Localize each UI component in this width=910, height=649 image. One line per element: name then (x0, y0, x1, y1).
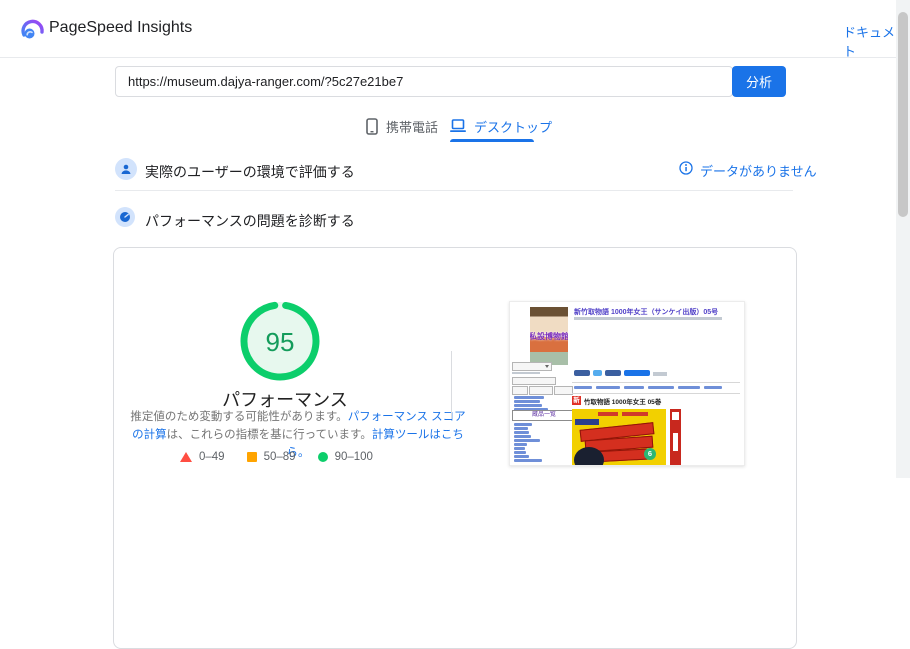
tag-link (596, 386, 620, 389)
spine-text-art (672, 412, 679, 420)
thumbnail-divider (572, 382, 740, 383)
site-logo-image: 私設博物館 (530, 307, 568, 365)
lab-section-title: パフォーマンスの問題を診断する (145, 213, 355, 229)
spine-text-art (673, 433, 678, 451)
tag-link (704, 386, 722, 389)
thumbnail-select (512, 362, 552, 371)
sidebar-link (514, 451, 526, 454)
performance-score-gauge[interactable]: 95 (237, 298, 323, 384)
legend-range: 0–49 (199, 451, 225, 463)
pagespeed-logo-icon (21, 19, 44, 39)
thumbnail-new-button (554, 386, 573, 395)
red-triangle-icon (180, 452, 192, 462)
share-button (605, 370, 621, 376)
thumbnail-search-box (512, 377, 556, 385)
lab-gauge-icon (115, 207, 135, 227)
analyze-button[interactable]: 分析 (732, 66, 786, 97)
book-spine (670, 409, 681, 465)
share-count (653, 372, 667, 376)
scrollbar-thumb[interactable] (898, 12, 908, 217)
sidebar-link (514, 400, 540, 403)
legend-item-average: 50–89 (246, 451, 296, 463)
sidebar-link (514, 459, 542, 462)
article-heading: 竹取物語 1000年女王 05巻 (584, 399, 662, 406)
thumbnail-search-button (512, 386, 528, 395)
legend-range: 90–100 (334, 451, 373, 463)
field-section-title: 実際のユーザーの環境で評価する (145, 164, 355, 180)
info-icon[interactable] (679, 161, 693, 180)
score-legend: 0–49 50–89 90–100 (180, 451, 420, 463)
tab-mobile[interactable]: 携帯電話 (366, 113, 438, 139)
sidebar-link (514, 455, 529, 458)
desc-text-2: は、これらの指標を基に行っています。 (166, 428, 372, 441)
share-button (624, 370, 650, 376)
site-logo-text: 私設博物館 (530, 332, 568, 341)
no-data-link[interactable]: データがありません (700, 161, 817, 180)
sidebar-link (514, 423, 532, 426)
url-input[interactable] (115, 66, 733, 97)
orange-square-icon (246, 452, 257, 462)
field-users-icon (115, 158, 137, 180)
performance-score-value: 95 (265, 327, 295, 357)
sidebar-link (514, 404, 542, 407)
manga-cover-image: 6 (572, 409, 666, 465)
legend-range: 50–89 (263, 451, 296, 463)
cover-volume-badge: 6 (644, 448, 656, 460)
thumbnail-words-button (529, 386, 553, 395)
active-tab-indicator (450, 139, 534, 142)
sidebar-link (514, 435, 531, 438)
share-button (593, 370, 602, 376)
thumbnail-tagline (574, 317, 722, 320)
phone-icon (366, 117, 378, 135)
tag-link (624, 386, 644, 389)
page-screenshot-thumbnail[interactable]: 私設博物館 新竹取物語 1000年女王（サンケイ出版）05号 蔵品一覧 新 竹取… (509, 301, 745, 466)
app-header: PageSpeed Insights ドキュメント (0, 0, 910, 59)
cover-series-label (575, 419, 599, 425)
thumbnail-text-line (512, 372, 540, 374)
thumbnail-divider (572, 393, 740, 394)
new-badge: 新 (572, 396, 581, 405)
cover-top-text (622, 412, 648, 416)
sidebar-link (514, 396, 544, 399)
sidebar-box-label: 蔵品一覧 (512, 410, 576, 421)
tag-link (574, 386, 592, 389)
cover-top-text (598, 412, 618, 416)
share-button (574, 370, 590, 376)
performance-report-card: 95 パフォーマンス 推定値のため変動する可能性があります。パフォーマンス スコ… (113, 247, 797, 649)
legend-item-poor: 0–49 (180, 451, 225, 463)
section-divider (115, 190, 793, 191)
sidebar-link (514, 439, 540, 442)
sidebar-link (514, 427, 528, 430)
desc-text-1: 推定値のため変動する可能性があります。 (130, 411, 348, 423)
tab-desktop[interactable]: デスクトップ (450, 113, 552, 139)
sidebar-link (514, 431, 529, 434)
tab-mobile-label: 携帯電話 (386, 119, 439, 135)
vertical-divider (451, 351, 452, 419)
tag-link (678, 386, 700, 389)
tab-desktop-label: デスクトップ (474, 119, 553, 135)
page-title: PageSpeed Insights (49, 19, 193, 36)
tag-link (648, 386, 674, 389)
sidebar-link (514, 443, 527, 446)
green-circle-icon (317, 452, 328, 462)
desktop-icon (450, 119, 466, 132)
thumbnail-page-title: 新竹取物語 1000年女王（サンケイ出版）05号 (574, 309, 719, 316)
legend-item-good: 90–100 (317, 451, 373, 463)
sidebar-link (514, 447, 525, 450)
